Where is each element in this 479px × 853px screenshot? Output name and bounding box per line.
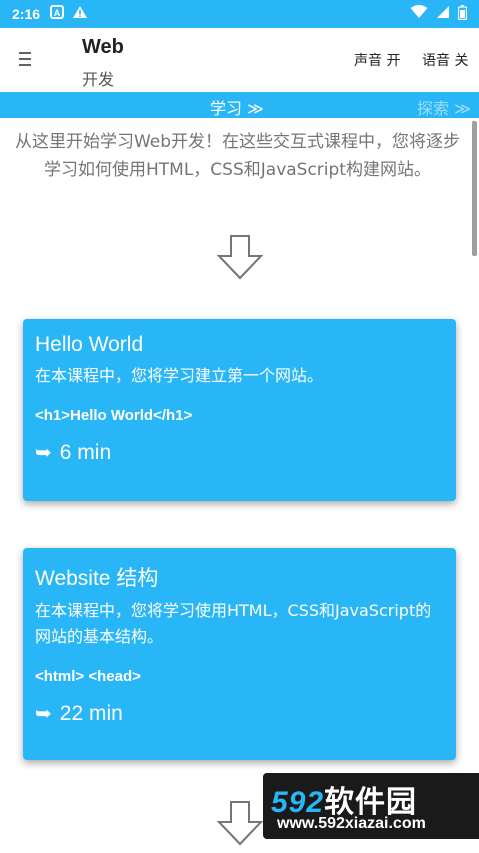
watermark-url: www.592xiazai.com (277, 815, 426, 832)
intro-text: 从这里开始学习Web开发！在这些交互式课程中，您将逐步学习如何使用HTML，CS… (14, 132, 461, 180)
lesson-description: 在本课程中，您将学习建立第一个网站。 (35, 366, 324, 385)
app-bar: Web 开发 声音 开 语音 关 (0, 28, 479, 91)
lesson-duration-text: 22 min (59, 701, 123, 725)
app-subtitle: 开发 (82, 70, 115, 89)
lesson-title: Hello World (35, 333, 144, 356)
voice-toggle-button[interactable]: 语音 关 (422, 50, 468, 70)
tab-learn[interactable]: 学习 ≫ (210, 95, 264, 119)
app-notification-icon: A (50, 5, 65, 23)
status-bar: 2:16 A (0, 0, 479, 28)
lesson-duration: ➥ 22 min (35, 701, 444, 726)
arrow-down-icon (216, 234, 264, 280)
warning-icon (72, 5, 88, 23)
app-title: Web (82, 36, 124, 58)
right-arrow-icon: ➥ (35, 442, 52, 464)
lesson-duration-text: 6 min (59, 440, 112, 464)
arrow-down-icon (216, 800, 264, 846)
sound-toggle-button[interactable]: 声音 开 (354, 50, 400, 70)
lesson-card-hello-world[interactable]: Hello World 在本课程中，您将学习建立第一个网站。 <h1>Hello… (23, 319, 456, 501)
right-arrow-icon: ➥ (35, 703, 52, 725)
lesson-code: <h1>Hello World</h1> (35, 407, 193, 424)
signal-icon (436, 5, 450, 23)
tab-bar: 学习 ≫ 探索 ≫ (0, 92, 479, 118)
lesson-title: Website 结构 (35, 567, 159, 590)
tab-explore[interactable]: 探索 ≫ (417, 95, 471, 119)
battery-icon (457, 4, 468, 24)
lesson-card-website-structure[interactable]: Website 结构 在本课程中，您将学习使用HTML，CSS和JavaScri… (23, 548, 456, 760)
lesson-description: 在本课程中，您将学习使用HTML，CSS和JavaScript的网站的基本结构。 (35, 601, 432, 646)
lesson-duration: ➥ 6 min (35, 440, 444, 465)
lesson-code: <html> <head> (35, 668, 141, 685)
menu-icon[interactable] (19, 52, 35, 68)
wifi-icon (410, 5, 428, 23)
watermark-logo: 592软件园 www.592xiazai.com (263, 773, 479, 839)
status-time: 2:16 (12, 6, 41, 22)
svg-text:A: A (54, 8, 61, 18)
scrollbar-thumb[interactable] (472, 121, 477, 256)
